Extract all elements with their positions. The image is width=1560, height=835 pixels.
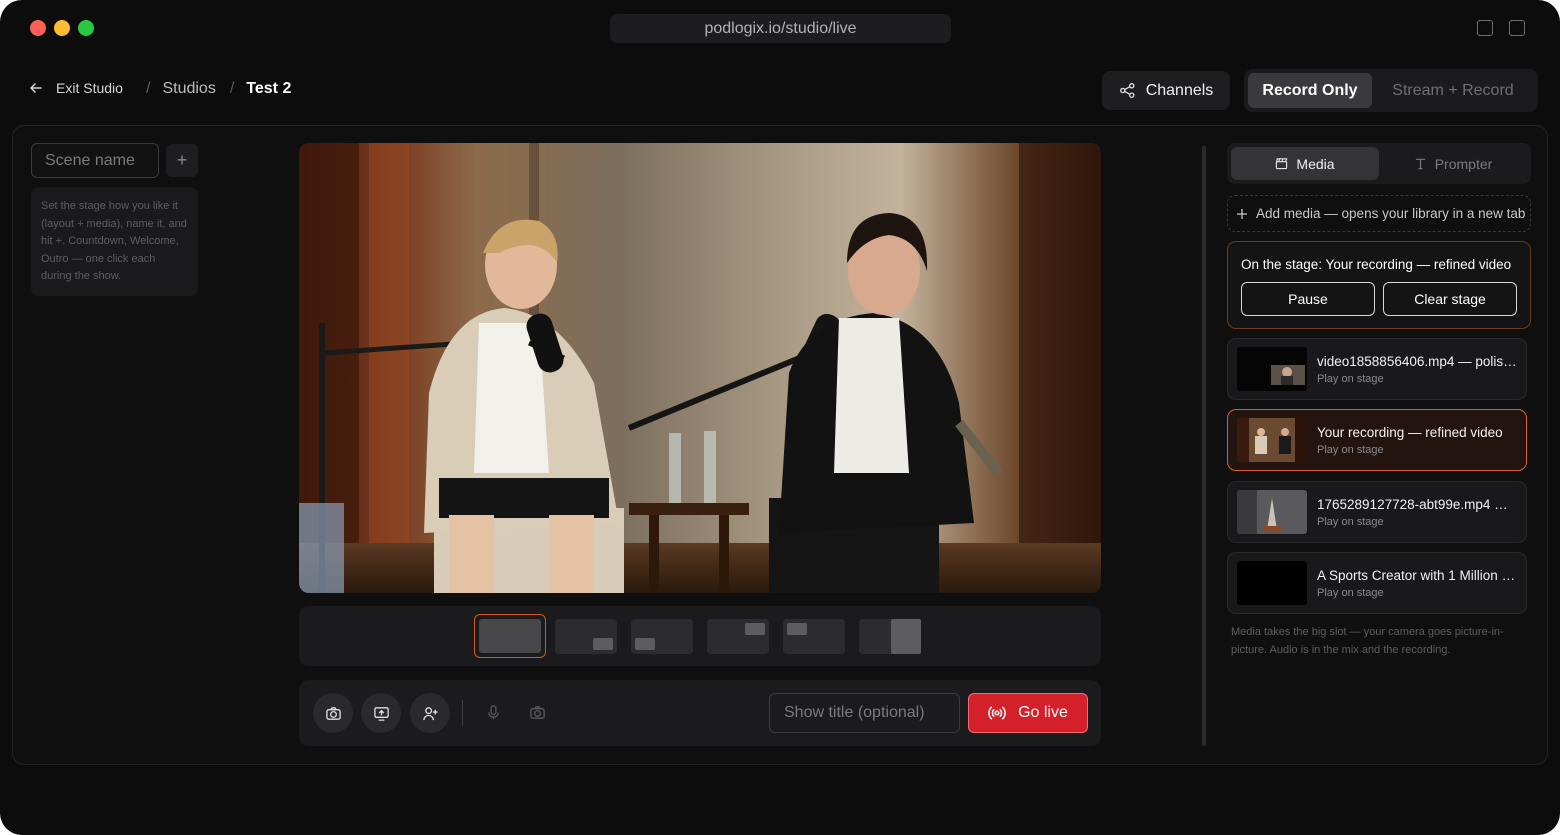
show-title-input[interactable]: Show title (optional) — [769, 693, 960, 733]
tab-prompter[interactable]: Prompter — [1379, 147, 1527, 180]
scene-name-input[interactable]: Scene name — [31, 143, 159, 178]
minimize-window-button[interactable] — [54, 20, 70, 36]
pause-button[interactable]: Pause — [1241, 282, 1375, 316]
media-thumbnail — [1237, 561, 1307, 605]
window-extra-buttons — [1477, 20, 1525, 36]
media-item-action: Play on stage — [1317, 516, 1384, 528]
media-item[interactable]: 1765289127728-abt99e.mp4 — polished Play… — [1227, 481, 1527, 543]
control-bar: Show title (optional) Go live — [299, 680, 1101, 746]
invite-guest-button[interactable] — [410, 693, 450, 733]
media-item[interactable]: video1858856406.mp4 — polished Play on s… — [1227, 338, 1527, 400]
scene-help-text: Set the stage how you like it (layout + … — [31, 187, 198, 296]
media-thumbnail — [1237, 490, 1307, 534]
exit-studio-label: Exit Studio — [56, 80, 123, 96]
tab-media[interactable]: Media — [1231, 147, 1379, 180]
layout-side-by-side[interactable] — [859, 619, 921, 654]
go-live-button[interactable]: Go live — [968, 693, 1088, 733]
media-thumbnail — [1237, 347, 1307, 391]
camera-icon — [325, 706, 341, 720]
breadcrumb-current: Test 2 — [246, 80, 292, 97]
fullscreen-icon[interactable] — [1509, 20, 1525, 36]
clapperboard-icon — [1276, 158, 1288, 170]
studio-main: Scene name + Set the stage how you like … — [12, 125, 1548, 765]
tab-prompter-label: Prompter — [1434, 155, 1493, 172]
layout-pip-bottom-left[interactable] — [631, 619, 693, 654]
panel-resize-handle[interactable] — [1202, 146, 1206, 746]
plus-icon — [1237, 208, 1247, 219]
camera-disabled-icon[interactable] — [529, 704, 546, 721]
layout-pip-shape — [745, 623, 765, 635]
media-thumbnail — [1237, 418, 1307, 462]
media-item-current[interactable]: Your recording — refined video Play on s… — [1227, 409, 1527, 471]
channels-label: Channels — [1145, 81, 1214, 99]
breadcrumb-studios-link[interactable]: Studios — [162, 80, 215, 98]
close-window-button[interactable] — [30, 20, 46, 36]
breadcrumb-separator: / — [146, 80, 151, 97]
record-only-option[interactable]: Record Only — [1248, 73, 1372, 108]
media-item-name: Your recording — refined video — [1317, 425, 1503, 440]
channels-button[interactable]: Channels — [1102, 71, 1230, 110]
media-item[interactable]: A Sports Creator with 1 Million Follower… — [1227, 552, 1527, 614]
layout-full-preview — [479, 619, 541, 653]
share-screen-button[interactable] — [361, 693, 401, 733]
camera-button[interactable] — [313, 693, 353, 733]
media-item-name: video1858856406.mp4 — polished — [1317, 354, 1519, 369]
control-separator — [462, 700, 463, 726]
layout-pip-shape — [787, 623, 807, 635]
media-item-action: Play on stage — [1317, 444, 1384, 456]
layout-pip-top-left[interactable] — [783, 619, 845, 654]
add-media-button[interactable]: Add media — opens your library in a new … — [1227, 195, 1531, 232]
layout-pip-shape — [593, 638, 613, 650]
exit-studio-button[interactable]: Exit Studio — [28, 80, 123, 96]
layout-pip-bottom-right[interactable] — [555, 619, 617, 654]
right-panel-tabs: Media Prompter — [1227, 143, 1531, 184]
layout-picker — [299, 606, 1101, 666]
breadcrumb: / Studios / Test 2 — [146, 80, 291, 98]
media-item-action: Play on stage — [1317, 373, 1384, 385]
layout-side-shape — [891, 619, 921, 654]
address-bar[interactable]: podlogix.io/studio/live — [610, 14, 951, 43]
stage-video-frame — [299, 143, 1101, 593]
clear-stage-button[interactable]: Clear stage — [1383, 282, 1517, 316]
media-item-action: Play on stage — [1317, 587, 1384, 599]
record-mode-toggle: Record Only Stream + Record — [1244, 69, 1538, 112]
share-nodes-icon — [1119, 83, 1135, 98]
text-icon — [1415, 158, 1425, 170]
layout-pip-top-right[interactable] — [707, 619, 769, 654]
arrow-left-icon — [30, 83, 42, 93]
broadcast-icon — [988, 706, 1006, 720]
add-scene-button[interactable]: + — [166, 144, 198, 177]
media-item-name: 1765289127728-abt99e.mp4 — polished — [1317, 497, 1519, 512]
microphone-icon[interactable] — [485, 704, 502, 721]
maximize-window-button[interactable] — [78, 20, 94, 36]
studio-window: podlogix.io/studio/live Exit Studio / St… — [0, 0, 1560, 835]
split-view-icon[interactable] — [1477, 20, 1493, 36]
add-user-icon — [422, 706, 438, 720]
go-live-label: Go live — [1018, 704, 1068, 721]
stream-record-option[interactable]: Stream + Record — [1372, 73, 1534, 108]
breadcrumb-separator: / — [229, 80, 235, 97]
tab-media-label: Media — [1296, 155, 1335, 172]
media-help-text: Media takes the big slot — your camera g… — [1231, 626, 1504, 656]
media-item-name: A Sports Creator with 1 Million Follower… — [1317, 568, 1519, 583]
window-controls — [30, 20, 94, 36]
on-stage-label: On the stage: Your recording — refined v… — [1241, 257, 1512, 272]
on-stage-card: On the stage: Your recording — refined v… — [1227, 241, 1531, 329]
add-media-label: Add media — opens your library in a new … — [1256, 206, 1526, 221]
stage-video[interactable] — [299, 143, 1101, 593]
screen-share-icon — [373, 706, 389, 721]
layout-pip-shape — [635, 638, 655, 650]
layout-full[interactable] — [474, 614, 546, 658]
